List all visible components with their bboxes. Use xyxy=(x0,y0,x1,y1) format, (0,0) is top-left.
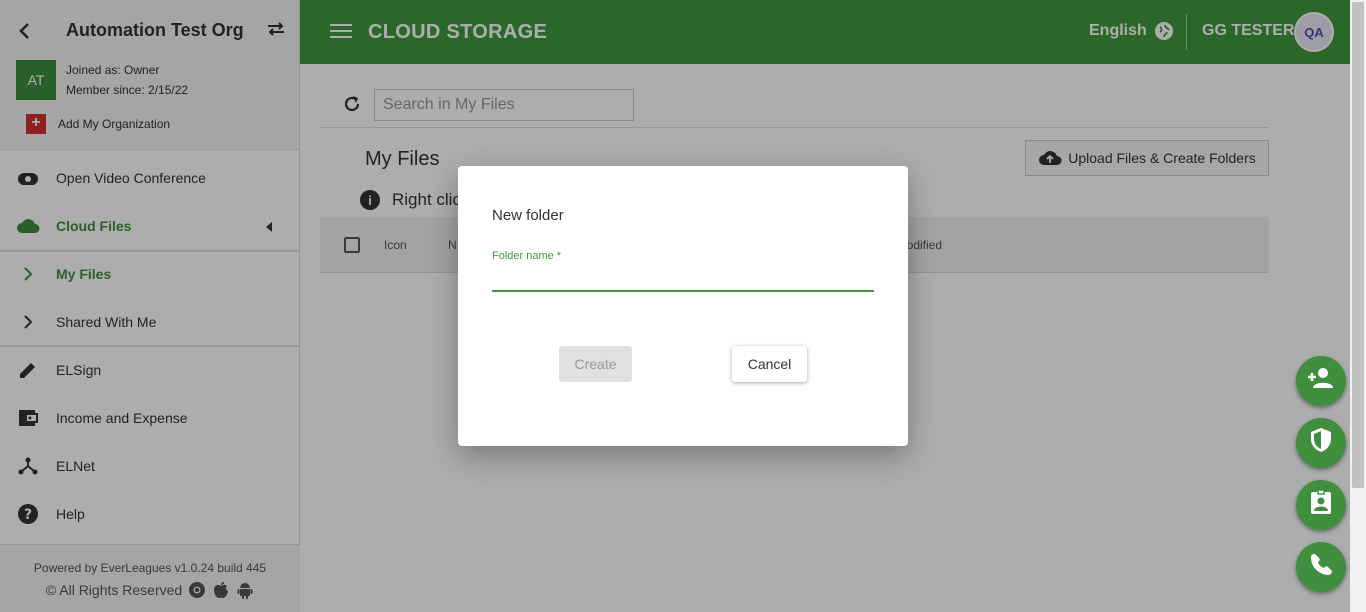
dialog-title: New folder xyxy=(492,207,564,224)
cancel-button[interactable]: Cancel xyxy=(732,346,807,382)
contact-phone-fab[interactable] xyxy=(1296,542,1346,592)
page-scrollbar[interactable] xyxy=(1350,0,1366,612)
folder-name-input[interactable] xyxy=(492,266,874,292)
folder-name-label: Folder name * xyxy=(492,250,562,262)
contact-phone-icon xyxy=(1308,551,1334,583)
shield-icon xyxy=(1310,427,1332,459)
add-person-fab[interactable] xyxy=(1296,356,1346,406)
security-fab[interactable] xyxy=(1296,418,1346,468)
scrollbar-thumb[interactable] xyxy=(1352,2,1364,488)
create-button[interactable]: Create xyxy=(559,346,632,382)
contact-badge-icon xyxy=(1310,489,1332,521)
contact-badge-fab[interactable] xyxy=(1296,480,1346,530)
add-person-icon xyxy=(1307,367,1335,395)
new-folder-dialog: New folder Folder name * Create Cancel xyxy=(458,166,908,446)
